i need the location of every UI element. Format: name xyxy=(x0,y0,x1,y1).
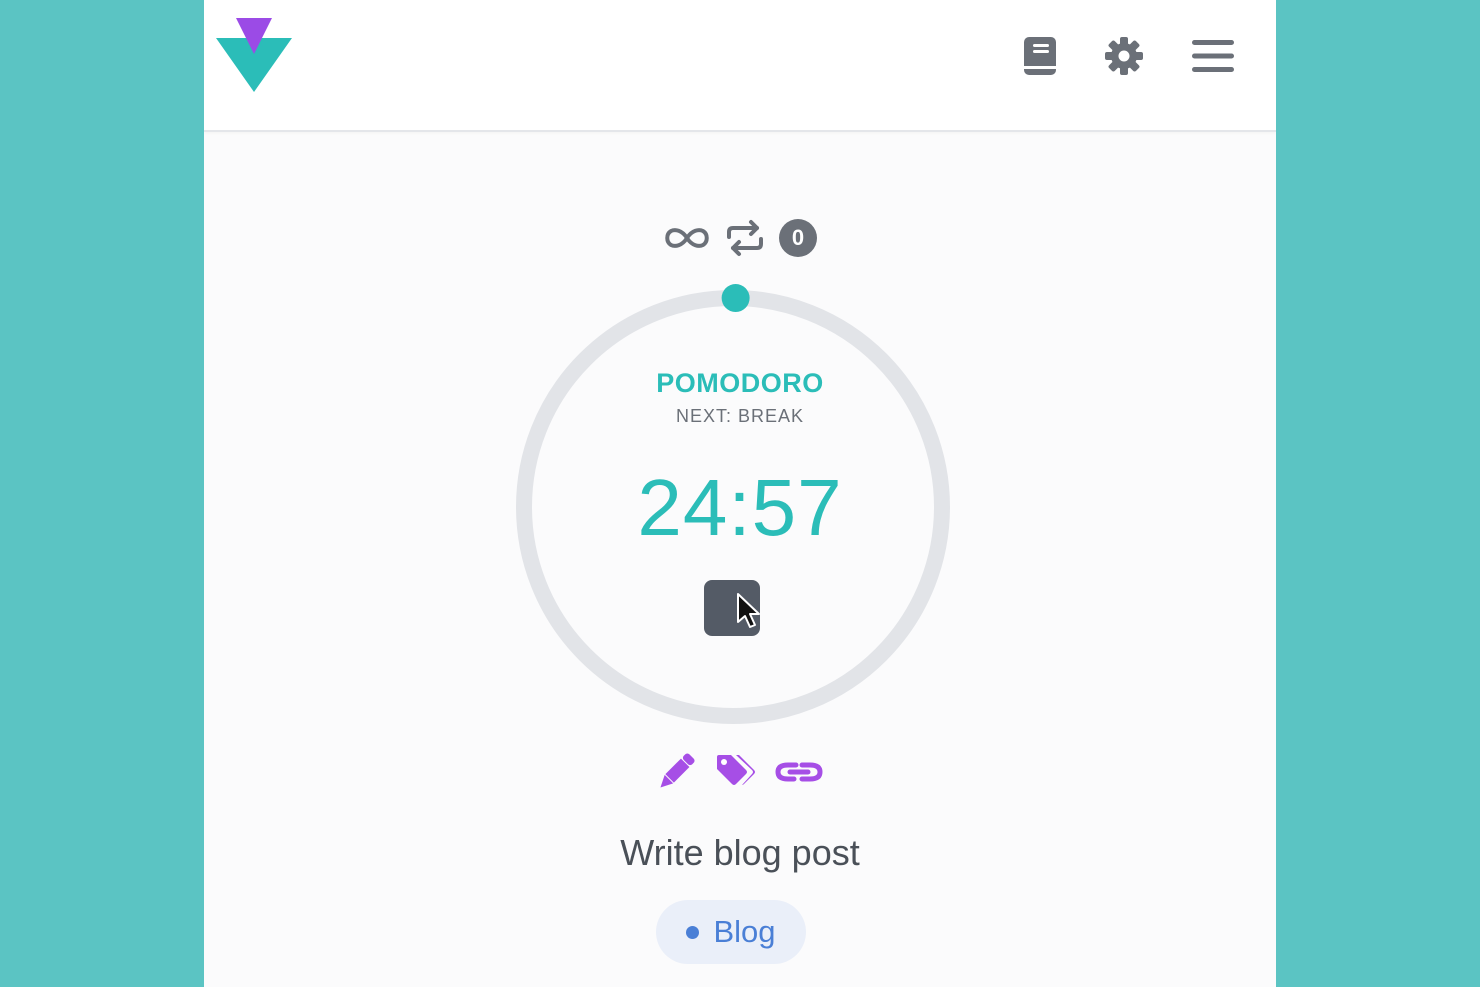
tag-label: Blog xyxy=(713,914,776,949)
menu-button[interactable] xyxy=(1189,32,1237,80)
task-tag-chip[interactable]: Blog xyxy=(656,900,806,964)
current-task-title[interactable]: Write blog post xyxy=(204,832,1276,874)
progress-knob[interactable] xyxy=(721,284,750,313)
book-icon xyxy=(1024,37,1056,75)
link-icon[interactable] xyxy=(774,755,824,789)
tag-color-dot xyxy=(686,925,700,939)
gear-icon xyxy=(1105,37,1143,75)
timer-countdown: 24:57 xyxy=(637,463,843,552)
infinity-icon[interactable] xyxy=(663,225,711,251)
repeat-icon[interactable] xyxy=(725,218,765,258)
triangle-logo-icon[interactable] xyxy=(216,18,292,94)
tags-icon[interactable] xyxy=(714,752,756,792)
hamburger-menu-icon xyxy=(1192,40,1234,72)
next-mode-label: NEXT: BREAK xyxy=(675,406,805,426)
task-actions-row xyxy=(204,750,1276,794)
timer-mode-row: 0 xyxy=(204,216,1276,260)
pencil-icon[interactable] xyxy=(656,752,696,792)
mouse-cursor-icon xyxy=(737,593,760,628)
top-bar xyxy=(204,0,1276,132)
app-panel: 0 POMODORO NEXT: BREAK 24:57 Write blog … xyxy=(204,0,1276,987)
session-counter-badge: 0 xyxy=(779,219,817,257)
book-button[interactable] xyxy=(1016,32,1064,80)
timer-mode-label: POMODORO xyxy=(656,368,824,398)
settings-button[interactable] xyxy=(1100,32,1148,80)
